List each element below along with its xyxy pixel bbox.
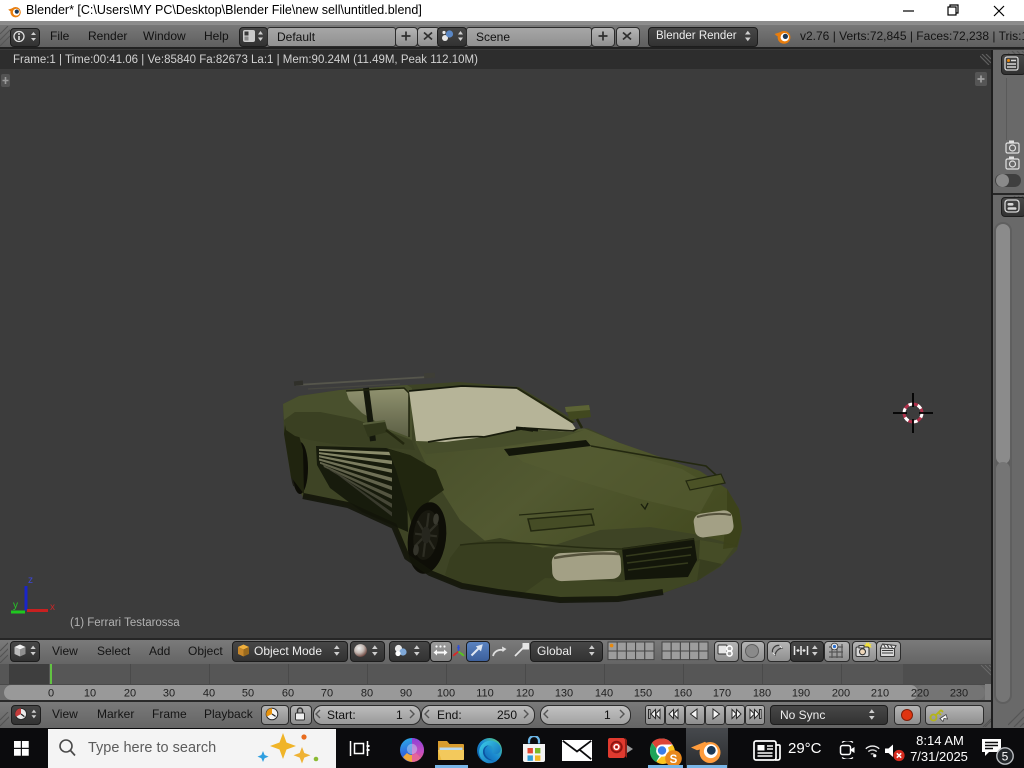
svg-text:0: 0 bbox=[48, 688, 54, 700]
svg-text:90: 90 bbox=[400, 688, 412, 700]
svg-text:210: 210 bbox=[871, 688, 889, 700]
svg-text:80: 80 bbox=[361, 688, 373, 700]
svg-text:20: 20 bbox=[124, 688, 136, 700]
svg-text:z: z bbox=[28, 575, 33, 586]
svg-text:70: 70 bbox=[321, 688, 333, 700]
svg-text:30: 30 bbox=[163, 688, 175, 700]
svg-text:120: 120 bbox=[516, 688, 534, 700]
svg-text:160: 160 bbox=[674, 688, 692, 700]
svg-text:140: 140 bbox=[595, 688, 613, 700]
svg-text:180: 180 bbox=[753, 688, 771, 700]
svg-text:x: x bbox=[50, 602, 55, 613]
svg-text:y: y bbox=[13, 600, 18, 611]
svg-text:190: 190 bbox=[792, 688, 810, 700]
svg-text:5: 5 bbox=[1002, 749, 1009, 763]
svg-text:40: 40 bbox=[203, 688, 215, 700]
svg-text:230: 230 bbox=[950, 688, 968, 700]
svg-text:200: 200 bbox=[832, 688, 850, 700]
svg-text:50: 50 bbox=[242, 688, 254, 700]
svg-text:150: 150 bbox=[634, 688, 652, 700]
svg-text:220: 220 bbox=[911, 688, 929, 700]
svg-text:130: 130 bbox=[555, 688, 573, 700]
svg-text:100: 100 bbox=[437, 688, 455, 700]
svg-text:110: 110 bbox=[476, 688, 494, 700]
svg-text:170: 170 bbox=[713, 688, 731, 700]
svg-text:10: 10 bbox=[84, 688, 96, 700]
svg-text:60: 60 bbox=[282, 688, 294, 700]
